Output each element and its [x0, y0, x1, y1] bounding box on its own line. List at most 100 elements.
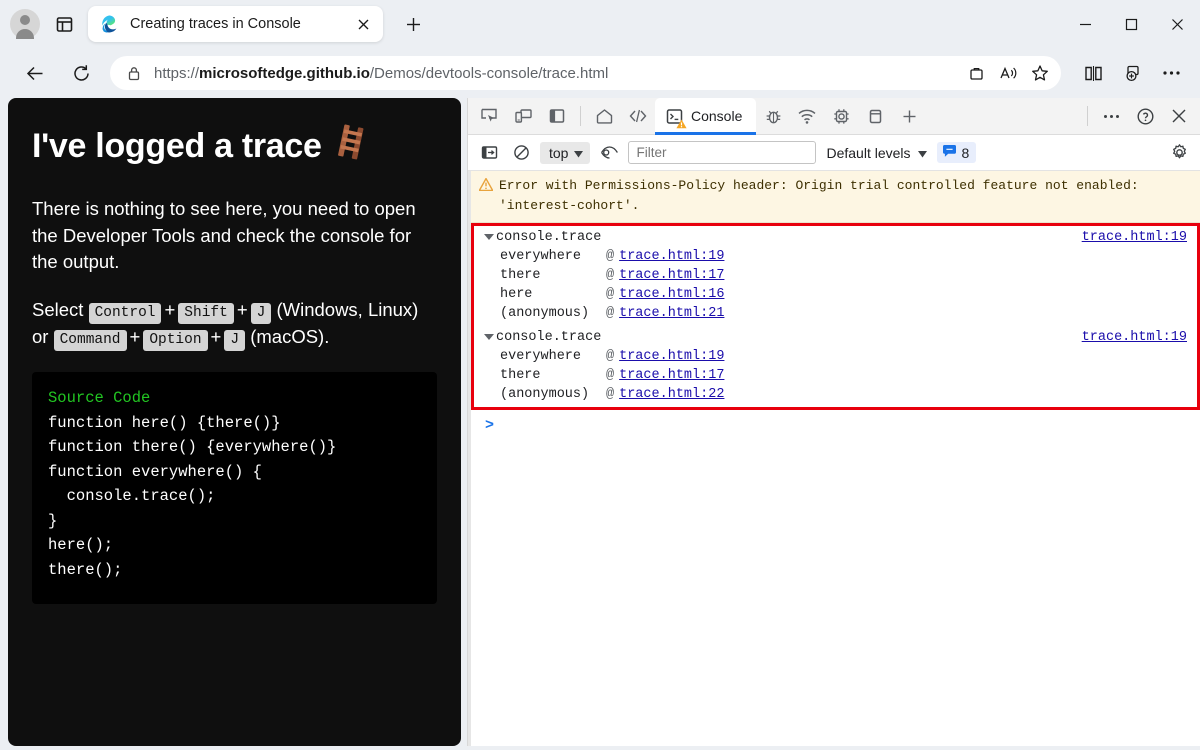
frame-at: @: [606, 387, 619, 402]
frame-source-link[interactable]: trace.html:19: [619, 349, 724, 364]
filter-input[interactable]: [628, 141, 816, 164]
frame-function: here: [500, 287, 606, 302]
collections-icon[interactable]: [961, 58, 991, 88]
chevron-down-icon[interactable]: [484, 234, 494, 240]
welcome-home-icon[interactable]: [589, 102, 619, 131]
trace-source-link[interactable]: trace.html:19: [1082, 330, 1187, 345]
stack-frame[interactable]: here @ trace.html:16: [474, 285, 1197, 304]
frame-at: @: [606, 368, 619, 383]
toolbar-divider: [1087, 106, 1088, 126]
debugger-bug-icon[interactable]: [758, 102, 788, 131]
help-question-icon[interactable]: [1130, 102, 1160, 131]
trace-header[interactable]: console.trace trace.html:19: [474, 328, 1197, 347]
warning-line-1: Error with Permissions-Policy header: Or…: [499, 178, 1139, 193]
warning-line-2: 'interest-cohort'.: [499, 198, 639, 213]
stack-frame[interactable]: there @ trace.html:17: [474, 366, 1197, 385]
more-tools-plus-icon[interactable]: [894, 102, 924, 131]
log-levels-selector[interactable]: Default levels: [822, 145, 930, 161]
avatar[interactable]: [10, 9, 40, 39]
performance-chip-icon[interactable]: [826, 102, 856, 131]
console-trace-group[interactable]: console.trace trace.html:19 everywhere @…: [474, 226, 1197, 326]
maximize-icon[interactable]: [1108, 0, 1154, 48]
close-icon[interactable]: [1154, 0, 1200, 48]
more-tools-icon[interactable]: [1096, 102, 1126, 131]
split-screen-icon[interactable]: [1076, 56, 1110, 90]
key-j-windows: J: [251, 303, 272, 324]
code-line: }: [48, 512, 57, 530]
plus-separator: +: [127, 326, 144, 347]
frame-source-link[interactable]: trace.html:19: [619, 249, 724, 264]
code-title: Source Code: [48, 389, 150, 407]
url-host: microsoftedge.github.io: [199, 65, 370, 82]
tab-console[interactable]: Console: [655, 98, 756, 135]
tab-strip: Creating traces in Console: [0, 0, 1200, 48]
close-devtools-icon[interactable]: [1164, 102, 1194, 131]
eye-live-expression-icon[interactable]: [596, 141, 622, 165]
trace-header[interactable]: console.trace trace.html:19: [474, 228, 1197, 247]
frame-source-link[interactable]: trace.html:17: [619, 268, 724, 283]
inspect-element-icon[interactable]: [474, 102, 504, 131]
refresh-icon[interactable]: [64, 56, 98, 90]
key-control: Control: [89, 303, 162, 324]
frame-source-link[interactable]: trace.html:22: [619, 387, 724, 402]
key-command: Command: [54, 330, 127, 351]
stack-frame[interactable]: everywhere @ trace.html:19: [474, 247, 1197, 266]
application-storage-icon[interactable]: [860, 102, 890, 131]
frame-source-link[interactable]: trace.html:16: [619, 287, 724, 302]
clear-console-icon[interactable]: [508, 141, 534, 165]
code-line: function here() {there()}: [48, 414, 281, 432]
address-bar[interactable]: https://microsoftedge.github.io/Demos/de…: [110, 56, 1061, 90]
frame-at: @: [606, 249, 619, 264]
elements-icon[interactable]: [623, 102, 653, 131]
frame-function: everywhere: [500, 349, 606, 364]
stack-frame[interactable]: everywhere @ trace.html:19: [474, 347, 1197, 366]
code-line: there();: [48, 561, 122, 579]
console-sidebar-icon[interactable]: [476, 141, 502, 165]
code-line: function everywhere() {: [48, 463, 262, 481]
mac-label: (macOS).: [250, 326, 329, 347]
chevron-down-icon[interactable]: [484, 334, 494, 340]
console-warning-message[interactable]: Error with Permissions-Policy header: Or…: [471, 171, 1200, 223]
stack-frame[interactable]: (anonymous) @ trace.html:22: [474, 385, 1197, 404]
device-emulation-icon[interactable]: [508, 102, 538, 131]
web-page-content: I've logged a trace There is nothing to …: [8, 98, 461, 746]
frame-source-link[interactable]: trace.html:21: [619, 306, 724, 321]
more-options-icon[interactable]: [1154, 56, 1188, 90]
console-prompt[interactable]: >: [471, 410, 1200, 434]
browser-tab[interactable]: Creating traces in Console: [88, 6, 383, 42]
gear-icon[interactable]: [1166, 141, 1192, 165]
console-trace-group[interactable]: console.trace trace.html:19 everywhere @…: [474, 326, 1197, 407]
frame-source-link[interactable]: trace.html:17: [619, 368, 724, 383]
key-shift: Shift: [178, 303, 234, 324]
chevron-down-icon: [918, 145, 927, 161]
devtools-panel: Console: [467, 98, 1200, 746]
message-count-badge[interactable]: 8: [937, 142, 977, 163]
execution-context-label: top: [549, 145, 568, 161]
trace-source-link[interactable]: trace.html:19: [1082, 230, 1187, 245]
source-code-block: Source Code function here() {there()} fu…: [32, 372, 437, 604]
console-icon: [665, 107, 684, 126]
devtools-tab-bar: Console: [468, 98, 1200, 135]
key-option: Option: [143, 330, 207, 351]
back-arrow-icon[interactable]: [18, 56, 52, 90]
console-message-list[interactable]: Error with Permissions-Policy header: Or…: [468, 171, 1200, 746]
shortcut-paragraph: Select Control+Shift+J (Windows, Linux) …: [32, 297, 437, 350]
new-tab-button[interactable]: [397, 8, 429, 40]
minimize-icon[interactable]: [1062, 0, 1108, 48]
navigation-bar: https://microsoftedge.github.io/Demos/de…: [0, 48, 1200, 98]
frame-at: @: [606, 287, 619, 302]
network-wifi-icon[interactable]: [792, 102, 822, 131]
dock-side-icon[interactable]: [542, 102, 572, 131]
stack-frame[interactable]: there @ trace.html:17: [474, 266, 1197, 285]
window-controls: [1062, 0, 1200, 48]
add-to-collections-icon[interactable]: [1115, 56, 1149, 90]
favorite-star-icon[interactable]: [1025, 58, 1055, 88]
chevron-down-icon: [574, 145, 583, 161]
stack-frame[interactable]: (anonymous) @ trace.html:21: [474, 304, 1197, 323]
url-text: https://microsoftedge.github.io/Demos/de…: [154, 65, 959, 82]
read-aloud-icon[interactable]: [993, 58, 1023, 88]
close-icon[interactable]: [351, 12, 375, 36]
execution-context-selector[interactable]: top: [540, 142, 590, 164]
code-line: console.trace();: [48, 487, 215, 505]
tab-actions-icon[interactable]: [50, 10, 78, 38]
